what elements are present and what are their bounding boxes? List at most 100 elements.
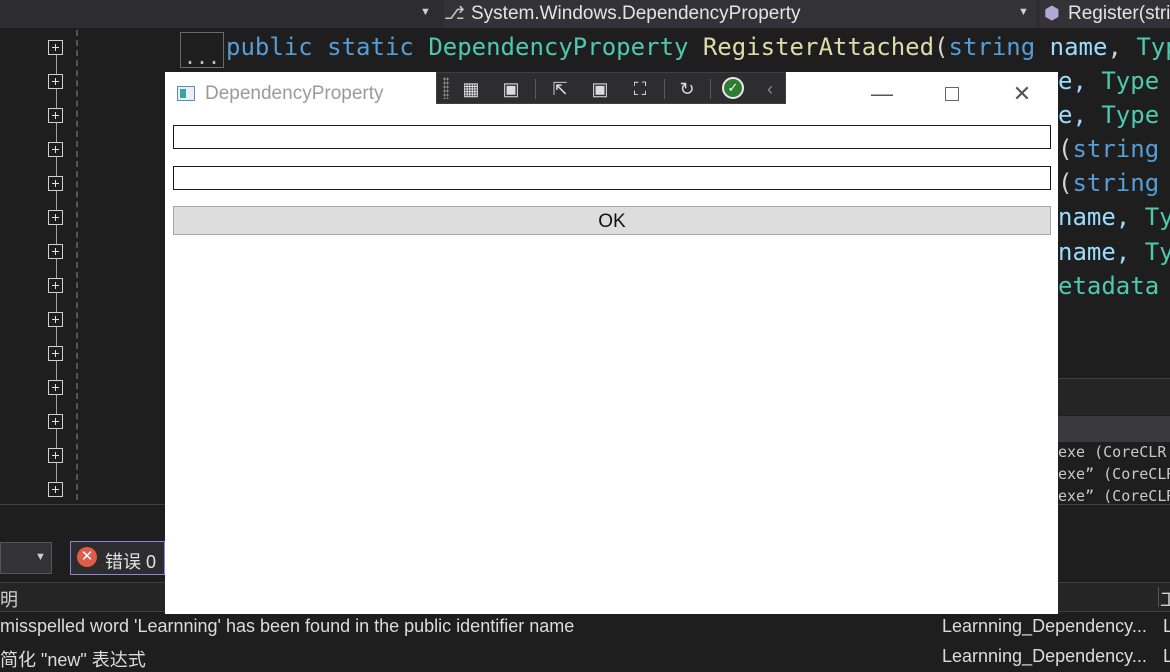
code-fragment[interactable]: e, Type <box>1058 101 1159 129</box>
errors-filter-button[interactable]: ✕ 错误 0 <box>70 541 165 575</box>
code-fragment[interactable]: (string <box>1058 169 1159 197</box>
expand-icon[interactable] <box>48 210 63 225</box>
code-token: DependencyProperty <box>428 33 689 61</box>
output-line: exe” (CoreCLR <box>1058 465 1170 483</box>
error-icon: ✕ <box>77 547 97 567</box>
code-token: Ty <box>1144 203 1170 231</box>
expand-icon[interactable] <box>48 346 63 361</box>
output-line: exe” (CoreCLR <box>1058 487 1170 505</box>
editor-gutter <box>0 28 165 504</box>
app-window-icon <box>177 86 195 101</box>
scope-dropdown[interactable]: ▼ <box>0 542 52 574</box>
panel-splitter[interactable] <box>1058 378 1170 415</box>
code-fragment[interactable]: name, Ty <box>1058 238 1170 266</box>
code-token: , <box>1107 33 1122 61</box>
expand-icon[interactable] <box>48 142 63 157</box>
close-button[interactable]: ✕ <box>999 72 1045 116</box>
expand-icon[interactable] <box>48 448 63 463</box>
record-icon[interactable]: ▣ <box>499 78 523 100</box>
expand-icon[interactable] <box>48 380 63 395</box>
output-panel-header <box>1058 416 1170 442</box>
code-token: Type <box>1101 67 1160 95</box>
collapse-icon[interactable]: ‹ <box>758 78 782 100</box>
code-token: ( <box>1058 135 1073 163</box>
toolbar-divider <box>710 79 711 99</box>
row-project: Learnning_Dependency... <box>942 646 1147 666</box>
code-token: Type <box>1101 101 1160 129</box>
column-divider[interactable] <box>1158 587 1159 607</box>
ok-button[interactable]: OK <box>173 206 1051 235</box>
table-row[interactable]: misspelled word 'Learnning' has been fou… <box>0 612 1170 640</box>
expand-icon[interactable] <box>48 40 63 55</box>
row-project: Learnning_Dependency... <box>942 616 1147 636</box>
window-title: DependencyProperty <box>205 83 384 104</box>
project-dropdown[interactable]: ▼ <box>0 0 440 28</box>
minimize-button[interactable]: — <box>859 72 905 116</box>
chevron-down-icon[interactable]: ▼ <box>1018 6 1029 18</box>
code-token: RegisterAttached <box>702 33 935 61</box>
expand-icon[interactable] <box>48 244 63 259</box>
expand-icon[interactable] <box>48 312 63 327</box>
code-fragment[interactable]: (string <box>1058 135 1159 163</box>
method-cube-icon: ⬢ <box>1044 3 1060 23</box>
code-token: ( <box>934 33 949 61</box>
collapsed-region-marker[interactable]: ... <box>180 32 224 69</box>
maximize-button[interactable] <box>929 72 975 116</box>
expand-icon[interactable] <box>48 176 63 191</box>
code-token: e, <box>1058 67 1087 95</box>
column-header-description[interactable]: 明 <box>0 586 18 612</box>
code-token: static <box>327 33 414 61</box>
code-token: Type <box>1136 33 1170 61</box>
toolbar-divider <box>535 79 536 99</box>
code-token: string <box>1072 135 1160 163</box>
chevron-down-icon[interactable]: ▼ <box>420 6 431 18</box>
member-dropdown-label: Register(stri <box>1068 3 1170 24</box>
chevron-down-icon[interactable]: ▼ <box>35 551 46 563</box>
output-line: exe (CoreCLR <box>1058 443 1167 461</box>
toolbar-divider <box>664 79 665 99</box>
expand-icon[interactable] <box>48 482 63 497</box>
column-header-project[interactable]: 工 <box>1160 586 1170 612</box>
text-input-2[interactable] <box>173 166 1051 190</box>
code-token: Ty <box>1144 238 1170 266</box>
select-element-icon[interactable]: ▦ <box>459 78 483 100</box>
code-line[interactable]: public static DependencyProperty Registe… <box>226 33 1170 61</box>
track-focus-icon[interactable]: ⛶ <box>628 78 652 100</box>
code-token: e, <box>1058 101 1087 129</box>
code-fragment[interactable]: name, Ty <box>1058 203 1170 231</box>
class-hierarchy-icon: ⎇ <box>444 3 465 23</box>
code-fragment[interactable]: etadata <box>1058 272 1159 300</box>
expand-icon[interactable] <box>48 278 63 293</box>
code-token: string <box>1072 169 1160 197</box>
expand-icon[interactable] <box>48 74 63 89</box>
type-dropdown-label: System.Windows.DependencyProperty <box>471 3 801 24</box>
type-dropdown[interactable]: ⎇ System.Windows.DependencyProperty ▼ <box>444 0 1036 28</box>
code-token: ( <box>1058 169 1073 197</box>
code-fragment[interactable]: e, Type <box>1058 67 1159 95</box>
drag-handle-icon[interactable] <box>443 77 449 99</box>
row-description: misspelled word 'Learnning' has been fou… <box>0 616 575 636</box>
code-token: name <box>1049 33 1108 61</box>
row-extra: L <box>1163 646 1170 666</box>
hot-reload-icon[interactable]: ↻ <box>675 78 699 100</box>
check-icon[interactable]: ✓ <box>722 77 744 99</box>
expand-icon[interactable] <box>48 108 63 123</box>
member-dropdown[interactable]: ⬢ Register(stri <box>1040 0 1170 28</box>
code-token: name, <box>1058 238 1131 266</box>
errors-count-label: 错误 0 <box>105 552 157 572</box>
layout-adorners-icon[interactable]: ▣ <box>588 78 612 100</box>
text-input-1[interactable] <box>173 125 1051 149</box>
expand-icon[interactable] <box>48 414 63 429</box>
code-token: public <box>226 33 313 61</box>
xaml-debug-toolbar: ▦ ▣ ⇱ ▣ ⛶ ↻ ✓ ‹ <box>436 72 786 104</box>
code-token: etadata <box>1058 272 1160 300</box>
select-in-app-icon[interactable]: ⇱ <box>548 78 572 100</box>
code-token: string <box>948 33 1036 61</box>
navigation-bar: ▼ ⎇ System.Windows.DependencyProperty ▼ … <box>0 0 1170 28</box>
wpf-window: DependencyProperty — ✕ OK <box>165 72 1058 614</box>
maximize-icon <box>945 87 959 101</box>
row-extra: L <box>1163 616 1170 636</box>
code-token: name, <box>1058 203 1131 231</box>
indent-guide <box>76 30 78 500</box>
row-description: 简化 "new" 表达式 <box>0 650 146 670</box>
